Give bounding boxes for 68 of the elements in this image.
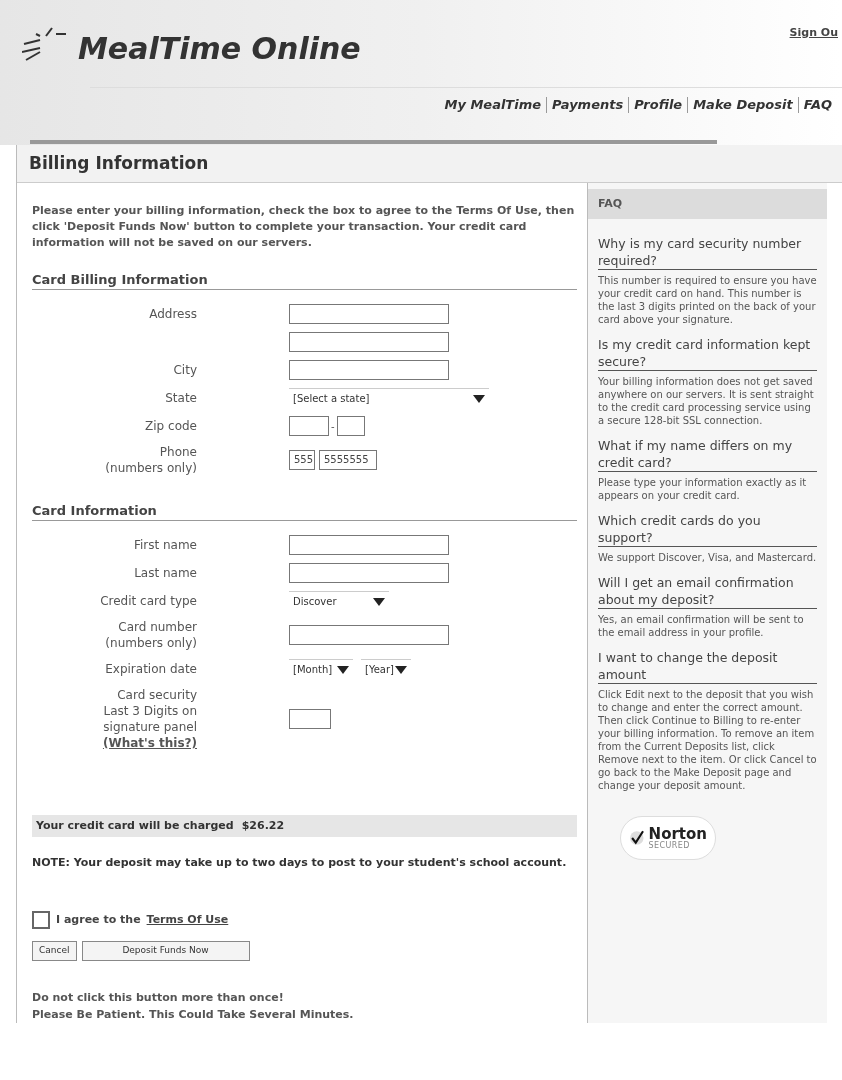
field-label: Card security Last 3 Digits on signature panel: [102, 687, 197, 735]
logo-text: MealTime Online: [78, 34, 361, 64]
text-field[interactable]: [289, 535, 449, 555]
select-dropdown[interactable]: [Year]: [361, 659, 411, 679]
whats-this-link[interactable]: (What's this?): [102, 736, 197, 750]
dropdown-arrow-icon: [473, 394, 485, 403]
text-field[interactable]: [289, 563, 449, 583]
warning-text: Do not click this button more than once!: [32, 990, 285, 1006]
cancel-button[interactable]: Cancel: [32, 941, 77, 961]
select-dropdown[interactable]: [Month]: [289, 659, 353, 679]
deposit-note: NOTE: Your deposit may take up to two days to post to your student's school account.: [32, 855, 568, 871]
area-code-field[interactable]: 555: [289, 450, 315, 470]
nav-link[interactable]: FAQ: [803, 95, 832, 115]
badge-tagline: SECURED: [648, 841, 691, 850]
faq-question: Will I get an email confirmation about my deposit?: [598, 574, 795, 608]
select-dropdown[interactable]: Discover: [289, 591, 389, 611]
nav-link[interactable]: Make Deposit: [693, 95, 793, 115]
text-field[interactable]: [289, 416, 329, 436]
faq-question: Why is my card security number required?: [598, 235, 803, 269]
charge-amount: $26.22: [241, 817, 285, 834]
select-dropdown[interactable]: [Select a state]: [289, 388, 489, 408]
charge-label: Your credit card will be charged: [36, 817, 234, 834]
field-label: Address: [148, 306, 197, 322]
nav-link[interactable]: Payments: [552, 95, 624, 115]
nav-link[interactable]: My MealTime: [444, 95, 542, 115]
badge-name: Norton: [648, 826, 707, 842]
faq-question: Is my credit card information kept secure?: [598, 336, 812, 370]
faq-question: Which credit cards do you support?: [598, 512, 762, 546]
field-label: Credit card type: [99, 593, 197, 609]
field-label: City: [172, 362, 197, 378]
text-field[interactable]: [336, 416, 365, 436]
phone-number-field[interactable]: 5555555: [319, 450, 377, 470]
faq-answer: Please type your information exactly as it appears on your credit card.: [598, 476, 808, 502]
field-label: First name: [132, 537, 197, 553]
deposit-button[interactable]: Deposit Funds Now: [81, 941, 250, 961]
agree-checkbox[interactable]: [32, 911, 50, 929]
text-field[interactable]: [289, 360, 449, 380]
faq-answer: We support Discover, Visa, and Mastercard.: [598, 551, 817, 564]
zip-separator: -: [331, 419, 335, 434]
faq-question: What if my name differs on my credit card?: [598, 437, 794, 471]
field-label: Card number (numbers only): [104, 619, 197, 651]
text-field[interactable]: [289, 332, 449, 352]
faq-answer: This number is required to ensure you have your credit card on hand. This number is the last 3 digits printed on the back of your card above your signature.: [598, 274, 817, 326]
field-label: State: [164, 390, 197, 406]
text-field[interactable]: [289, 709, 331, 729]
text-field[interactable]: [289, 304, 449, 324]
faq-answer: Your billing information does not get saved anywhere on our servers. It is sent straight to the credit card processing service using a secure 128-bit SSL connection.: [598, 375, 815, 427]
text-field[interactable]: [289, 625, 449, 645]
field-label: Expiration date: [104, 661, 197, 677]
agree-text: I agree to the: [56, 911, 141, 928]
terms-link[interactable]: Terms Of Use: [146, 911, 229, 929]
faq-title: FAQ: [598, 195, 623, 212]
intro-text: Please enter your billing information, check the box to agree to the Terms Of Use, then click 'Deposit Funds Now' button to complete your transaction. Your credit card information will not be saved on our servers.: [32, 203, 576, 251]
faq-answer: Click Edit next to the deposit that you wish to change and enter the correct amount. Then click Continue to Billing to re-enter your billing information. To remove an item from the Current Deposits list, click Remove next to the item. Or click Cancel to go back to the Make Deposit page and change your deposit amount.: [598, 688, 817, 792]
nav-link[interactable]: Profile: [634, 95, 683, 115]
section-heading: Card Information: [32, 502, 158, 520]
dropdown-arrow-icon: [337, 665, 349, 674]
page-title: Billing Information: [29, 151, 209, 175]
dropdown-arrow-icon: [395, 665, 407, 674]
faq-question: I want to change the deposit amount: [598, 649, 779, 683]
field-label: Phone (numbers only): [104, 444, 197, 476]
dropdown-arrow-icon: [373, 597, 385, 606]
field-label: Last name: [133, 565, 197, 581]
warning-text: Please Be Patient. This Could Take Several Minutes.: [32, 1007, 355, 1023]
sign-out-link[interactable]: Sign Ou: [789, 25, 838, 42]
faq-answer: Yes, an email confirmation will be sent to the email address in your profile.: [598, 613, 805, 639]
field-label: Zip code: [144, 418, 197, 434]
section-heading: Card Billing Information: [32, 271, 209, 289]
